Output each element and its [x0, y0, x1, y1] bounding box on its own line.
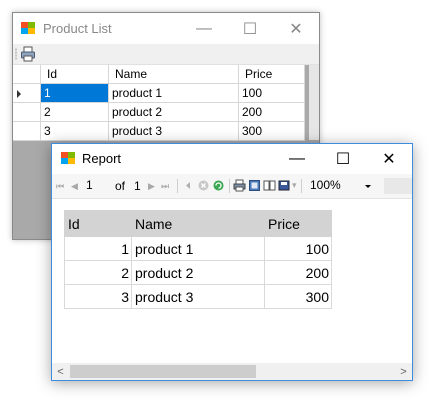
window-title: Report — [82, 151, 122, 166]
column-header-id[interactable]: Id — [41, 65, 109, 84]
print-icon[interactable] — [233, 179, 246, 192]
app-icon — [21, 22, 35, 34]
report-column-name: Name — [131, 210, 265, 237]
report-column-id: Id — [64, 210, 132, 237]
maximize-icon: ☐ — [242, 20, 258, 38]
report-toolbar: ⏮ ◀ 1 of 1 ▶ ⏭ ▾ 100% — [52, 174, 412, 199]
report-cell-price: 300 — [264, 284, 332, 309]
print-layout-icon[interactable] — [248, 179, 261, 192]
report-header-row: Id Name Price — [64, 210, 332, 237]
toolstrip-grip[interactable] — [15, 48, 17, 60]
report-cell-name: product 2 — [131, 260, 265, 285]
minimize-icon: — — [196, 19, 212, 37]
maximize-button[interactable]: ☐ — [320, 144, 366, 174]
total-pages: 1 — [134, 179, 141, 193]
report-table: Id Name Price 1 product 1 100 2 product … — [64, 210, 332, 309]
row-header[interactable] — [13, 84, 41, 103]
export-icon[interactable] — [278, 179, 291, 192]
zoom-value: 100% — [310, 178, 341, 192]
app-icon — [61, 152, 75, 164]
cell-id[interactable]: 2 — [41, 103, 109, 122]
cell-name[interactable]: product 2 — [109, 103, 239, 122]
scrollbar-thumb[interactable] — [70, 365, 256, 378]
toolbar-overflow-button[interactable] — [384, 178, 412, 194]
cell-price[interactable]: 200 — [239, 103, 305, 122]
stop-icon[interactable] — [197, 179, 210, 192]
previous-page-icon[interactable]: ◀ — [71, 174, 78, 198]
column-header-name[interactable]: Name — [109, 65, 239, 84]
maximize-button[interactable]: ☐ — [227, 13, 273, 44]
table-row[interactable]: 2 product 2 200 — [13, 103, 305, 122]
row-header[interactable] — [13, 103, 41, 122]
first-page-icon[interactable]: ⏮ — [56, 174, 64, 198]
datagrid-scrollbar[interactable] — [309, 65, 319, 140]
toolbar-separator — [301, 179, 302, 193]
close-button[interactable]: ✕ — [366, 144, 412, 174]
table-row: 3 product 3 300 — [64, 284, 332, 309]
back-icon[interactable] — [182, 179, 195, 192]
column-header-price[interactable]: Price — [239, 65, 305, 84]
current-page-input[interactable]: 1 — [84, 177, 108, 194]
cell-id[interactable]: 1 — [41, 84, 109, 103]
row-header-corner[interactable] — [13, 65, 41, 84]
horizontal-scrollbar[interactable]: < > — [52, 363, 412, 380]
close-icon: ✕ — [289, 20, 303, 38]
report-column-price: Price — [264, 210, 332, 237]
datagrid-header: Id Name Price — [13, 65, 305, 84]
table-row[interactable]: 3 product 3 300 — [13, 122, 305, 141]
scroll-right-button[interactable]: > — [395, 363, 412, 380]
table-row: 1 product 1 100 — [64, 236, 332, 261]
close-button[interactable]: ✕ — [273, 13, 319, 44]
last-page-icon[interactable]: ⏭ — [161, 174, 169, 198]
toolstrip — [13, 44, 319, 65]
chevron-left-icon: < — [57, 365, 64, 378]
report-cell-name: product 1 — [131, 236, 265, 261]
cell-price[interactable]: 100 — [239, 84, 305, 103]
table-row: 2 product 2 200 — [64, 260, 332, 285]
scroll-left-button[interactable]: < — [52, 363, 69, 380]
minimize-button[interactable]: — — [274, 144, 320, 174]
chevron-down-icon — [365, 185, 371, 188]
minimize-icon: — — [289, 150, 305, 167]
report-window: Report — ☐ ✕ ⏮ ◀ 1 of 1 ▶ ⏭ ▾ 100% Id Na… — [51, 143, 413, 381]
page-setup-icon[interactable] — [263, 179, 276, 192]
current-row-arrow-icon — [17, 90, 21, 98]
report-viewer-area[interactable]: Id Name Price 1 product 1 100 2 product … — [52, 199, 412, 363]
cell-name[interactable]: product 1 — [109, 84, 239, 103]
report-cell-id: 1 — [64, 236, 132, 261]
printer-icon[interactable] — [20, 46, 36, 62]
minimize-button[interactable]: — — [181, 13, 227, 44]
product-list-titlebar[interactable]: Product List — ☐ ✕ — [13, 13, 319, 44]
cell-id[interactable]: 3 — [41, 122, 109, 141]
table-row[interactable]: 1 product 1 100 — [13, 84, 305, 103]
maximize-icon: ☐ — [335, 151, 351, 168]
next-page-icon[interactable]: ▶ — [148, 174, 155, 198]
toolbar-separator — [229, 179, 230, 193]
report-cell-price: 100 — [264, 236, 332, 261]
toolbar-separator — [177, 179, 178, 193]
report-titlebar[interactable]: Report — ☐ ✕ — [52, 144, 412, 174]
of-label: of — [115, 179, 126, 193]
chevron-right-icon: > — [400, 365, 407, 378]
export-dropdown-arrow-icon[interactable]: ▾ — [292, 180, 297, 191]
row-header[interactable] — [13, 122, 41, 141]
window-title: Product List — [43, 21, 112, 36]
zoom-select[interactable]: 100% — [305, 176, 373, 195]
report-cell-id: 2 — [64, 260, 132, 285]
report-cell-name: product 3 — [131, 284, 265, 309]
cell-name[interactable]: product 3 — [109, 122, 239, 141]
report-cell-id: 3 — [64, 284, 132, 309]
refresh-icon[interactable] — [212, 179, 225, 192]
report-cell-price: 200 — [264, 260, 332, 285]
cell-price[interactable]: 300 — [239, 122, 305, 141]
close-icon: ✕ — [382, 151, 396, 168]
